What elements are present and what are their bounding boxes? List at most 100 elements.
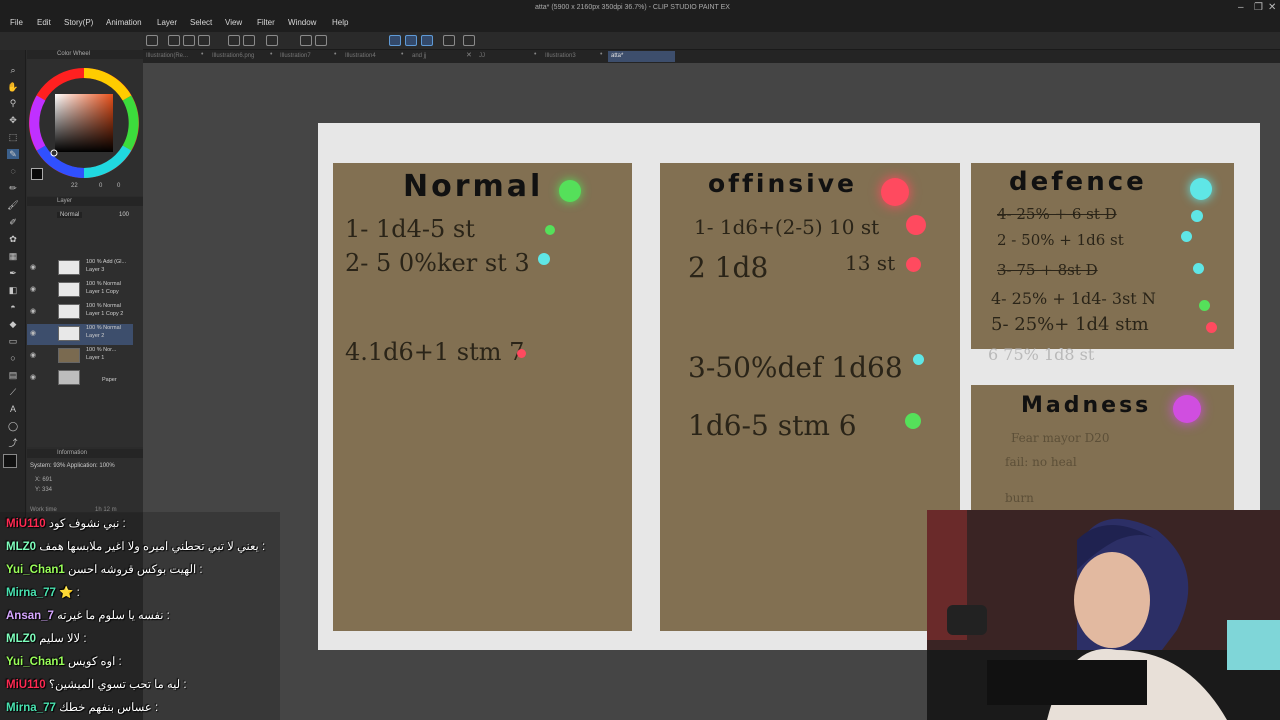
fill-icon[interactable] bbox=[300, 35, 312, 46]
eye-icon[interactable]: ◉ bbox=[30, 263, 36, 271]
tab-document[interactable]: Illustration4 bbox=[342, 51, 400, 62]
maximize-icon[interactable]: ❐ bbox=[1254, 2, 1263, 13]
card-title: offinsive bbox=[708, 169, 857, 198]
card-line: burn bbox=[1005, 491, 1034, 505]
eye-icon[interactable]: ◉ bbox=[30, 285, 36, 293]
status-dot-magenta bbox=[1173, 395, 1201, 423]
snap-ruler-icon[interactable] bbox=[389, 35, 401, 46]
eye-icon[interactable]: ◉ bbox=[30, 307, 36, 315]
gradient-icon[interactable]: ▭ bbox=[7, 336, 19, 346]
move-icon[interactable]: ✥ bbox=[7, 115, 19, 125]
menu-edit[interactable]: Edit bbox=[37, 18, 51, 27]
layer-thumbnail bbox=[58, 370, 80, 385]
tab-close-icon[interactable]: • bbox=[270, 51, 272, 58]
panel-toggle-icon[interactable] bbox=[443, 35, 455, 46]
snap-grid-icon[interactable] bbox=[421, 35, 433, 46]
airbrush-icon[interactable]: ✐ bbox=[7, 217, 19, 227]
color-wheel[interactable] bbox=[27, 59, 143, 196]
card-title: defence bbox=[1009, 167, 1147, 197]
menu-story[interactable]: Story(P) bbox=[64, 18, 93, 27]
tab-document[interactable]: Illustration(Re... bbox=[143, 51, 201, 62]
decoration-icon[interactable]: ✿ bbox=[7, 234, 19, 244]
grid-icon[interactable]: ▦ bbox=[7, 251, 19, 261]
tab-close-icon[interactable]: • bbox=[334, 51, 336, 58]
status-dot-red bbox=[517, 349, 526, 358]
fill-bucket-icon[interactable]: ◆ bbox=[7, 319, 19, 329]
lasso-icon[interactable]: ◌ bbox=[7, 166, 19, 176]
correct-line-icon[interactable]: ⤴ bbox=[7, 438, 19, 448]
tab-document[interactable]: Illustration3 bbox=[542, 51, 598, 62]
layer-row-selected[interactable]: ◉ 100 % Normal Layer 2 bbox=[27, 324, 133, 345]
eye-icon[interactable]: ◉ bbox=[30, 373, 36, 381]
menu-animation[interactable]: Animation bbox=[106, 18, 142, 27]
zoom-icon[interactable]: ⌕ bbox=[7, 65, 19, 75]
undo-icon[interactable] bbox=[228, 35, 240, 46]
layer-row[interactable]: ◉ 100 % Normal Layer 1 Copy bbox=[27, 280, 133, 301]
menu-layer[interactable]: Layer bbox=[157, 18, 177, 27]
select-icon[interactable]: ⬚ bbox=[7, 132, 19, 142]
chat-text: عساس بنفهم خطك : bbox=[59, 702, 159, 714]
pencil-icon[interactable]: ✏ bbox=[7, 183, 19, 193]
foreground-color-swatch[interactable] bbox=[31, 168, 43, 180]
eye-icon[interactable]: ◉ bbox=[30, 329, 36, 337]
main-color-swatch[interactable] bbox=[3, 454, 17, 468]
tab-close-icon[interactable]: • bbox=[600, 51, 602, 58]
layer-name: Layer 1 Copy bbox=[86, 289, 119, 295]
tab-document[interactable]: JJ bbox=[476, 51, 532, 62]
tab-active-document[interactable]: atta* bbox=[608, 51, 675, 62]
blend-mode-select[interactable]: Normal bbox=[57, 212, 83, 218]
menu-window[interactable]: Window bbox=[288, 18, 316, 27]
menu-select[interactable]: Select bbox=[190, 18, 212, 27]
chat-username: Ansan_7 bbox=[6, 610, 54, 622]
menu-help[interactable]: Help bbox=[332, 18, 348, 27]
eraser-icon[interactable]: ◧ bbox=[7, 285, 19, 295]
home-icon[interactable] bbox=[146, 35, 158, 46]
tab-document[interactable]: Illustration6.png bbox=[209, 51, 271, 62]
menu-file[interactable]: File bbox=[10, 18, 23, 27]
tab-document[interactable]: Illustration7 bbox=[277, 51, 333, 62]
hue-ring-green[interactable] bbox=[122, 95, 139, 151]
chat-username: Yui_Chan1 bbox=[6, 564, 65, 576]
tab-document[interactable]: and jj bbox=[409, 51, 465, 62]
pen-alt-icon[interactable]: ✒ bbox=[7, 268, 19, 278]
tab-close-icon[interactable]: • bbox=[534, 51, 536, 58]
minimize-icon[interactable]: – bbox=[1238, 2, 1244, 13]
figure-icon[interactable]: ○ bbox=[7, 353, 19, 363]
color-picker-handle[interactable] bbox=[50, 149, 58, 157]
value-square[interactable] bbox=[55, 94, 113, 152]
stream-chat-overlay: MiU110 نبي نشوف كود : MLZ0 يعني لا تبي ت… bbox=[0, 512, 280, 720]
hue-ring-violet[interactable] bbox=[29, 95, 46, 151]
opacity-value[interactable]: 100 bbox=[119, 212, 129, 218]
menu-filter[interactable]: Filter bbox=[257, 18, 275, 27]
redo-icon[interactable] bbox=[243, 35, 255, 46]
tab-close-icon[interactable]: ✕ bbox=[466, 51, 472, 59]
settings-icon[interactable] bbox=[463, 35, 475, 46]
layer-row[interactable]: ◉ 100 % Add (Gl... Layer 3 bbox=[27, 258, 133, 279]
eyedropper-icon[interactable]: ⚲ bbox=[7, 98, 19, 108]
close-icon[interactable]: ✕ bbox=[1268, 2, 1276, 13]
new-file-icon[interactable] bbox=[168, 35, 180, 46]
crop-icon[interactable] bbox=[315, 35, 327, 46]
layer-row[interactable]: ◉ 100 % Normal Layer 1 Copy 2 bbox=[27, 302, 133, 323]
card-defence: defence 4- 25% + 6 st D 2 - 50% + 1d6 st… bbox=[971, 163, 1234, 349]
snap-special-ruler-icon[interactable] bbox=[405, 35, 417, 46]
hand-icon[interactable]: ✋ bbox=[7, 82, 19, 92]
tab-close-icon[interactable]: • bbox=[401, 51, 403, 58]
layer-mode: 100 % Normal bbox=[86, 303, 121, 309]
eye-icon[interactable]: ◉ bbox=[30, 351, 36, 359]
transform-icon[interactable] bbox=[266, 35, 278, 46]
pen-icon[interactable]: ✎ bbox=[7, 149, 19, 159]
layer-row[interactable]: ◉ 100 % Nor... Layer 1 bbox=[27, 346, 133, 367]
open-file-icon[interactable] bbox=[183, 35, 195, 46]
ruler-icon[interactable]: ⟋ bbox=[7, 387, 19, 397]
frame-icon[interactable]: ▤ bbox=[7, 370, 19, 380]
text-icon[interactable]: A bbox=[7, 404, 19, 414]
brush-icon[interactable]: 🖌 bbox=[7, 200, 19, 210]
balloon-icon[interactable]: ◯ bbox=[7, 421, 19, 431]
chat-text: نبي نشوف كود : bbox=[48, 518, 126, 530]
menu-view[interactable]: View bbox=[225, 18, 242, 27]
tab-close-icon[interactable]: • bbox=[201, 51, 203, 58]
layer-row[interactable]: ◉ Paper bbox=[27, 368, 133, 389]
save-icon[interactable] bbox=[198, 35, 210, 46]
blend-icon[interactable]: ◓ bbox=[7, 302, 19, 312]
